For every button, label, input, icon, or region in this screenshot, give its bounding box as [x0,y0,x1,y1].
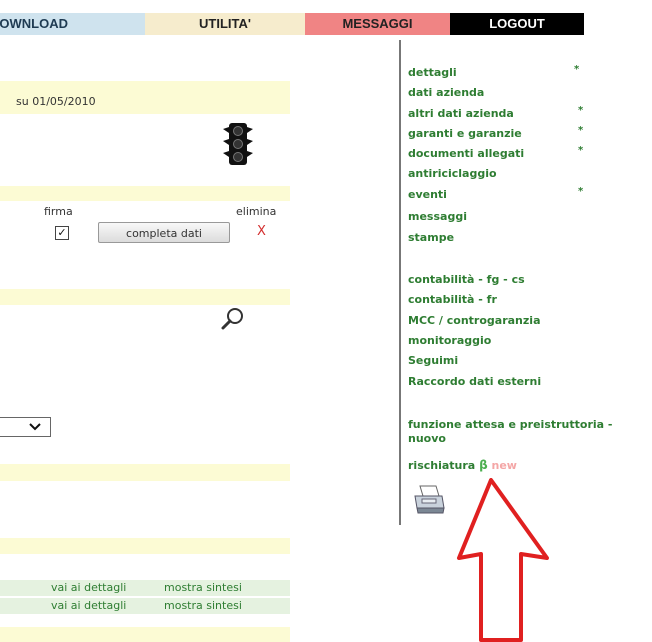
menu-messaggi[interactable]: messaggi [408,210,467,224]
menu-seguimi[interactable]: Seguimi [408,354,458,368]
menu-contabilita-fr[interactable]: contabilità - fr [408,293,497,307]
menu-dettagli[interactable]: dettagli [408,66,457,80]
menu-mcc-controgaranzia[interactable]: MCC / controgaranzia [408,314,541,328]
firma-label: firma [44,205,73,218]
printer-icon[interactable] [412,484,446,516]
new-badge: new [491,459,517,472]
section-bar-5 [0,627,290,642]
nav-utilita[interactable]: UTILITA' [145,13,305,35]
star-marker: * [578,145,584,156]
menu-documenti-allegati[interactable]: documenti allegati [408,147,524,161]
section-bar-3 [0,464,290,481]
arrow-up-annotation-icon [457,478,549,642]
star-marker: * [578,105,584,116]
table-row: vai ai dettagli mostra sintesi [0,580,290,596]
star-marker: * [578,186,584,197]
nav-messaggi[interactable]: MESSAGGI [305,13,450,35]
beta-badge: β [479,458,488,472]
menu-raccordo-dati-esterni[interactable]: Raccordo dati esterni [408,375,541,389]
details-link[interactable]: vai ai dettagli [51,598,126,614]
panel-divider [399,40,401,525]
menu-stampe[interactable]: stampe [408,231,454,245]
delete-icon[interactable]: X [257,224,266,239]
menu-contabilita-fg-cs[interactable]: contabilità - fg - cs [408,273,525,287]
menu-altri-dati-azienda[interactable]: altri dati azienda [408,107,514,121]
magnifier-icon[interactable] [220,306,246,332]
section-bar-4 [0,538,290,554]
section-bar-1 [0,186,290,201]
star-marker: * [574,64,580,75]
chevron-down-icon [29,423,41,431]
traffic-light-icon [223,123,253,165]
nav-logout[interactable]: LOGOUT [450,13,584,35]
menu-antiriciclaggio[interactable]: antiriciclaggio [408,167,497,181]
menu-dati-azienda[interactable]: dati azienda [408,86,484,100]
date-text: su 01/05/2010 [16,95,96,108]
menu-rischiatura[interactable]: rischiatura β new [408,458,517,473]
summary-link[interactable]: mostra sintesi [164,598,242,614]
menu-monitoraggio[interactable]: monitoraggio [408,334,491,348]
section-bar-2 [0,289,290,305]
menu-eventi[interactable]: eventi [408,188,447,202]
menu-garanti-garanzie[interactable]: garanti e garanzie [408,127,522,141]
menu-funzione-attesa[interactable]: funzione attesa e preistruttoria - [408,418,612,432]
star-marker: * [578,125,584,136]
filter-select[interactable] [0,417,51,437]
table-row: vai ai dettagli mostra sintesi [0,598,290,614]
nav-download[interactable]: DOWNLOAD [0,13,145,35]
info-bar: su 01/05/2010 [0,81,290,114]
summary-link[interactable]: mostra sintesi [164,580,242,596]
menu-funzione-attesa-nuovo[interactable]: nuovo [408,432,446,446]
elimina-label: elimina [236,205,277,218]
details-link[interactable]: vai ai dettagli [51,580,126,596]
firma-checkbox[interactable]: ✓ [55,226,69,240]
complete-data-button[interactable]: completa dati [98,222,230,243]
rischiatura-label: rischiatura [408,459,476,472]
